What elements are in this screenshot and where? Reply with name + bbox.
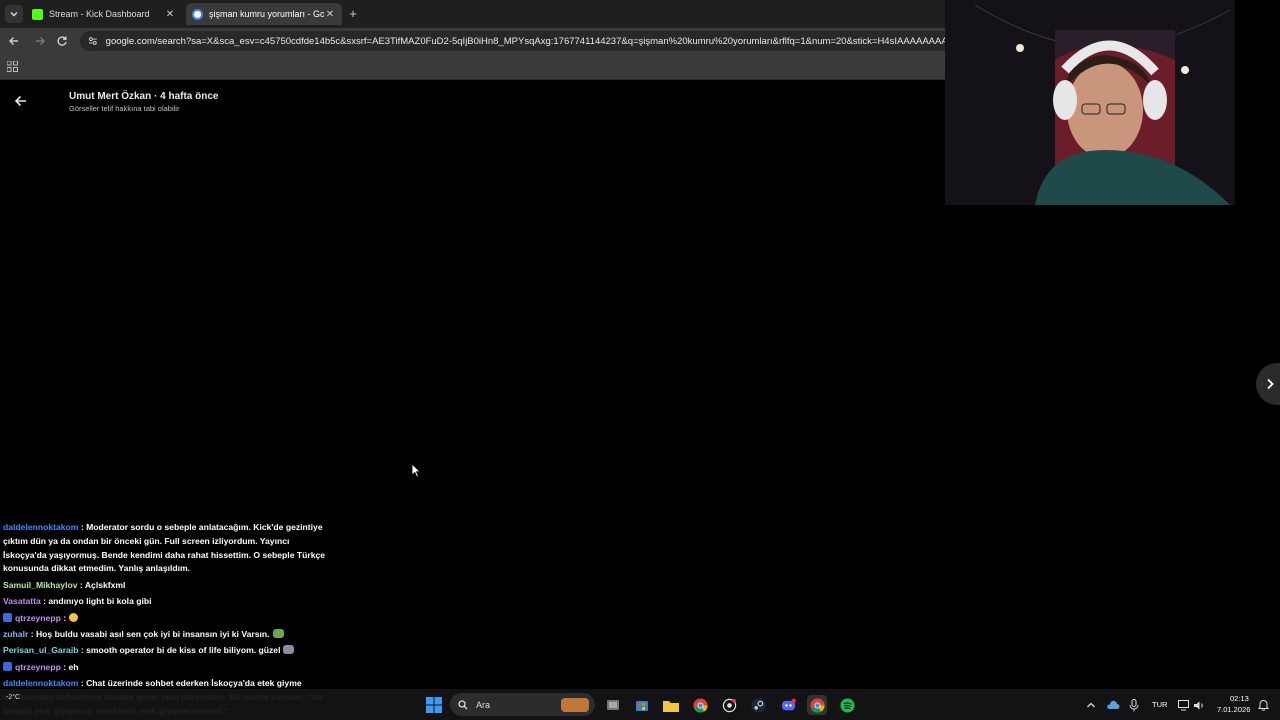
chat-message: qtrzeynepp : — [3, 612, 333, 626]
tab-title: Stream - Kick Dashboard — [49, 9, 150, 19]
task-view-icon — [607, 700, 619, 710]
close-icon[interactable]: ✕ — [324, 9, 336, 20]
tray-overflow-button[interactable] — [1081, 695, 1101, 715]
next-image-button[interactable] — [1256, 363, 1280, 405]
cloud-icon — [1107, 700, 1120, 709]
taskbar-app-circle[interactable] — [719, 695, 739, 715]
tab-kick-dashboard[interactable]: Stream - Kick Dashboard ✕ — [26, 3, 182, 25]
folder-icon — [663, 700, 679, 712]
forward-button[interactable] — [32, 33, 48, 49]
webcam-overlay — [945, 0, 1235, 205]
chevron-down-icon — [10, 12, 18, 17]
chat-username: daldelennoktakom — [3, 678, 79, 689]
chrome-icon — [692, 697, 708, 713]
emote-icon — [272, 628, 284, 638]
taskbar-steam[interactable] — [748, 695, 768, 715]
chat-text: : Hoş buldu vasabi asıl sen çok iyi bi i… — [30, 628, 270, 639]
apps-grid-icon[interactable] — [7, 61, 18, 72]
search-highlight-icon — [561, 697, 589, 712]
tray-volume[interactable] — [1189, 695, 1209, 715]
chevron-right-icon — [1267, 378, 1274, 390]
tray-microphone[interactable] — [1124, 695, 1144, 715]
chat-username: Perisan_ul_Garaib — [3, 645, 79, 656]
tray-notifications[interactable] — [1253, 695, 1273, 715]
kick-favicon-icon — [32, 8, 43, 20]
arrow-right-icon — [36, 37, 45, 45]
chat-text: : eh — [63, 661, 79, 672]
taskbar-search[interactable]: Ara — [450, 693, 595, 716]
tab-search-button[interactable] — [5, 5, 23, 23]
mouse-cursor-icon — [411, 463, 421, 478]
chat-message: Vasatatta : andınıyo light bi kola gibi — [3, 595, 333, 609]
image-viewer-header: Umut Mert Özkan · 4 hafta önce Görseller… — [0, 80, 945, 124]
input-language[interactable]: TUR — [1152, 700, 1167, 709]
tab-title: şişman kumru yorumları - Goog — [209, 9, 324, 19]
bookmarks-bar — [0, 54, 945, 80]
clock-time[interactable]: 02:13 — [1230, 694, 1249, 703]
reload-button[interactable] — [54, 33, 70, 49]
windows-logo-icon — [426, 697, 442, 713]
chat-message: Perisan_ul_Garaib : smooth operator bi d… — [3, 644, 333, 658]
weather-temp: -2°C — [6, 694, 21, 701]
store-icon — [636, 701, 648, 711]
chat-text: : Açlskfxml — [79, 579, 126, 590]
tab-google-search[interactable]: şişman kumru yorumları - Goog ✕ — [186, 3, 342, 25]
chat-text: : smooth operator bi de kiss of life bil… — [80, 645, 281, 656]
emote-icon — [283, 645, 295, 655]
spotify-icon — [839, 697, 855, 713]
subscriber-badge-icon — [3, 612, 12, 622]
taskbar-discord[interactable] — [778, 695, 798, 715]
start-button[interactable] — [424, 695, 444, 715]
site-info-icon[interactable] — [88, 36, 98, 46]
image-author[interactable]: Umut Mert Özkan · 4 hafta önce — [69, 91, 218, 102]
search-icon — [458, 699, 468, 709]
steam-icon — [750, 697, 766, 713]
taskbar-file-explorer[interactable] — [661, 695, 681, 715]
chat-message: qtrzeynepp : eh — [3, 661, 333, 675]
tray-onedrive[interactable] — [1103, 695, 1123, 715]
copyright-note: Görseller telif hakkına tabi olabilir — [69, 104, 180, 113]
new-tab-button[interactable]: + — [345, 6, 361, 22]
taskbar-chrome-active[interactable] — [807, 695, 827, 715]
google-favicon-icon — [192, 8, 203, 20]
emote-icon — [69, 612, 79, 622]
back-button[interactable] — [6, 33, 22, 49]
browser-tab-strip: Stream - Kick Dashboard ✕ şişman kumru y… — [0, 0, 945, 28]
taskbar-store[interactable] — [632, 695, 652, 715]
arrow-left-icon — [9, 37, 18, 45]
streamer-webcam-image — [945, 0, 1235, 205]
chat-message: zuhalr : Hoş buldu vasabi asıl sen çok i… — [3, 628, 333, 642]
search-placeholder: Ara — [476, 699, 491, 710]
chat-message: Samuil_Mikhaylov : Açlskfxml — [3, 579, 333, 593]
bell-icon — [1257, 700, 1269, 711]
taskbar-chrome[interactable] — [690, 695, 710, 715]
url-text: google.com/search?sa=X&sca_esv=c45750cdf… — [105, 35, 945, 47]
taskbar: -2°C Ara TUR 02:13 7.01.2026 — [0, 689, 1280, 720]
microphone-icon — [1129, 698, 1139, 711]
chat-username: qtrzeynepp — [15, 661, 61, 672]
subscriber-badge-icon — [3, 661, 12, 671]
chat-message: daldelennoktakom : Moderator sordu o seb… — [3, 521, 333, 576]
weather-widget[interactable]: -2°C — [6, 693, 20, 703]
chrome-icon — [809, 697, 825, 713]
browser-toolbar: google.com/search?sa=X&sca_esv=c45750cdf… — [0, 28, 945, 54]
chat-text: : andınıyo light bi kola gibi — [43, 596, 152, 607]
clock-date[interactable]: 7.01.2026 — [1217, 705, 1250, 714]
speaker-icon — [1193, 701, 1203, 709]
address-bar[interactable]: google.com/search?sa=X&sca_esv=c45750cdf… — [80, 31, 945, 51]
app-icon — [722, 698, 736, 712]
task-view-button[interactable] — [603, 695, 623, 715]
chat-username: daldelennoktakom — [3, 522, 79, 532]
chevron-up-icon — [1087, 702, 1095, 708]
arrow-left-icon[interactable] — [14, 94, 28, 108]
chat-username: qtrzeynepp — [15, 612, 61, 623]
reload-icon — [57, 36, 67, 46]
chat-username: Samuil_Mikhaylov — [3, 579, 78, 590]
close-icon[interactable]: ✕ — [164, 9, 176, 20]
chat-username: zuhalr — [3, 628, 29, 639]
discord-icon — [781, 698, 796, 710]
chat-text: : — [63, 612, 67, 623]
taskbar-spotify[interactable] — [837, 695, 857, 715]
chat-username: Vasatatta — [3, 596, 41, 607]
